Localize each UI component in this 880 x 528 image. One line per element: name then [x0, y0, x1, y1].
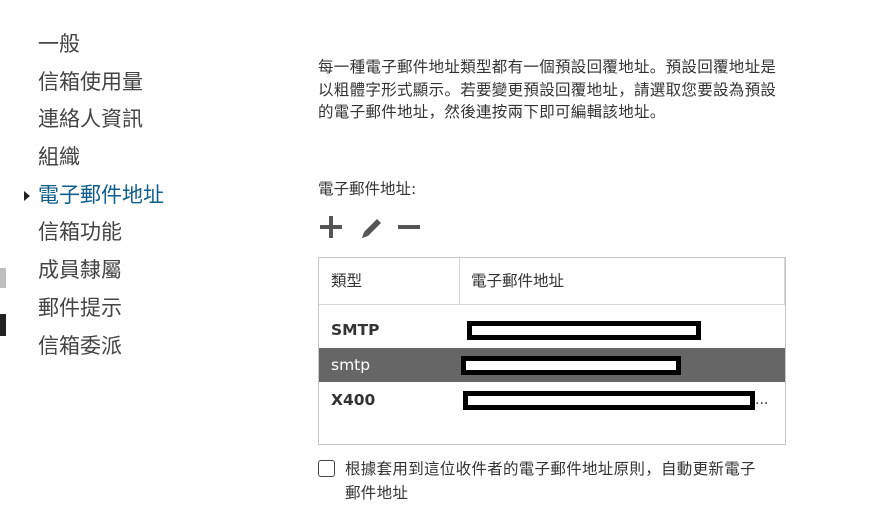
- nav-item-member-of[interactable]: 成員隸屬: [22, 252, 272, 290]
- pencil-icon: [362, 219, 381, 238]
- redacted-address: [463, 391, 755, 410]
- background-window-fragment: [0, 314, 6, 336]
- section-description: 每一種電子郵件地址類型都有一個預設回覆地址。預設回覆地址是以粗體字形式顯示。若要…: [318, 58, 777, 122]
- nav-item-mailbox-usage[interactable]: 信箱使用量: [22, 64, 272, 102]
- nav-item-label: 信箱功能: [38, 220, 122, 245]
- add-address-button[interactable]: [318, 214, 346, 240]
- nav-item-label: 信箱委派: [38, 333, 122, 358]
- redacted-address: [461, 356, 681, 375]
- column-divider: [459, 258, 460, 304]
- redacted-address: [467, 321, 701, 340]
- mailbox-properties-nav: 一般 信箱使用量 連絡人資訊 組織 電子郵件地址 信箱功能 成員隸屬 郵件提示 …: [22, 26, 272, 365]
- address-type-cell: X400: [331, 391, 376, 409]
- nav-item-label: 電子郵件地址: [38, 182, 164, 207]
- table-row[interactable]: X400 ...: [319, 383, 785, 417]
- nav-item-label: 一般: [38, 32, 80, 56]
- table-row[interactable]: SMTP: [319, 313, 785, 347]
- column-header-email-address[interactable]: 電子郵件地址: [471, 258, 564, 304]
- nav-item-organization[interactable]: 組織: [22, 139, 272, 177]
- address-type-cell: smtp: [331, 356, 371, 374]
- table-row[interactable]: smtp: [319, 348, 785, 382]
- table-header: 類型 電子郵件地址: [319, 258, 785, 305]
- nav-item-label: 連絡人資訊: [38, 107, 143, 132]
- nav-item-general[interactable]: 一般: [22, 26, 272, 64]
- nav-item-mailbox-delegation[interactable]: 信箱委派: [22, 328, 272, 366]
- minus-icon: [398, 225, 420, 229]
- email-address-section: 每一種電子郵件地址類型都有一個預設回覆地址。預設回覆地址是以粗體字形式顯示。若要…: [318, 56, 798, 502]
- email-address-table[interactable]: 類型 電子郵件地址 SMTP smtp X400 ...: [318, 257, 786, 445]
- plus-icon: [320, 216, 342, 238]
- address-type-cell: SMTP: [331, 321, 380, 339]
- nav-item-contact-info[interactable]: 連絡人資訊: [22, 101, 272, 139]
- auto-update-label[interactable]: 根據套用到這位收件者的電子郵件地址原則，自動更新電子郵件地址: [345, 457, 765, 505]
- edit-address-button[interactable]: [358, 214, 386, 240]
- nav-item-label: 郵件提示: [38, 295, 122, 320]
- truncation-ellipsis: ...: [755, 392, 769, 408]
- nav-item-label: 信箱使用量: [38, 69, 143, 94]
- background-window-fragment: [0, 268, 6, 288]
- column-header-type[interactable]: 類型: [331, 258, 457, 304]
- nav-item-label: 組織: [38, 145, 80, 170]
- nav-item-email-address[interactable]: 電子郵件地址: [22, 177, 272, 215]
- selected-caret-icon: [24, 190, 30, 201]
- nav-item-label: 成員隸屬: [38, 258, 122, 283]
- email-address-label: 電子郵件地址:: [318, 180, 417, 198]
- nav-item-mailtip[interactable]: 郵件提示: [22, 290, 272, 328]
- column-divider: [784, 258, 785, 304]
- window-left-edge: [0, 0, 10, 528]
- address-toolbar: [318, 214, 438, 240]
- auto-update-checkbox[interactable]: [318, 460, 335, 477]
- remove-address-button[interactable]: [396, 214, 424, 240]
- nav-item-mailbox-features[interactable]: 信箱功能: [22, 214, 272, 252]
